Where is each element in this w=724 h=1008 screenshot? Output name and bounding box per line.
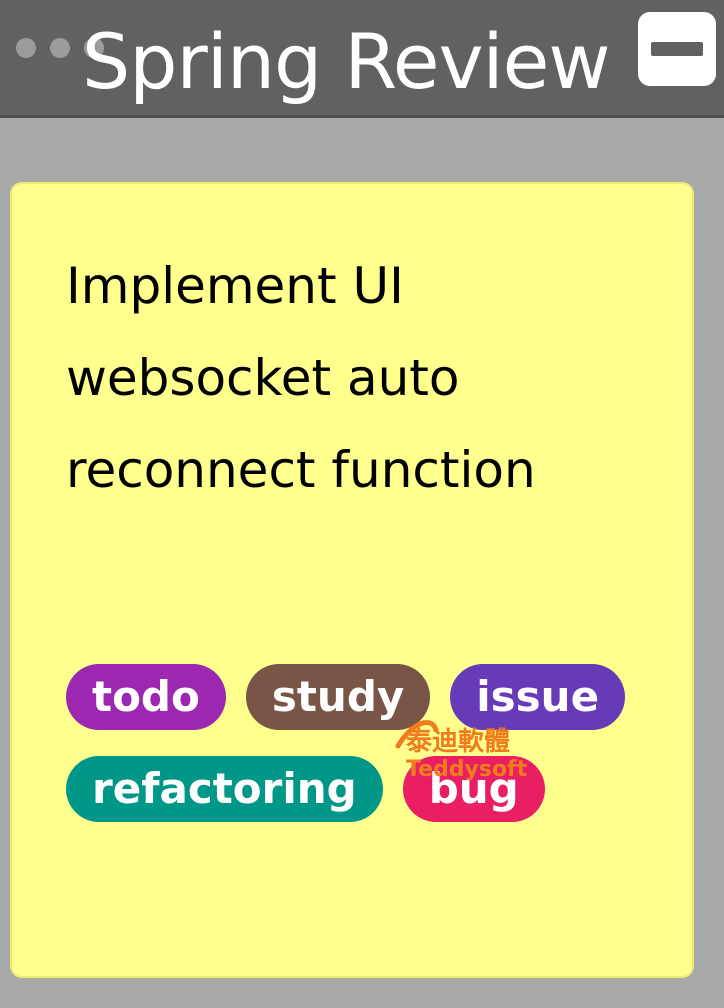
minus-icon [651, 42, 703, 56]
collapse-button[interactable] [638, 12, 716, 86]
column-header: Spring Review [0, 0, 724, 118]
tag-bug[interactable]: bug [402, 756, 545, 822]
tag-refactoring[interactable]: refactoring [66, 756, 383, 822]
tag-issue[interactable]: issue [450, 664, 626, 730]
column-title: Spring Review [82, 17, 611, 106]
drag-dot [16, 38, 36, 58]
sticky-note-card[interactable]: Implement UI websocket auto reconnect fu… [10, 182, 694, 978]
card-text: Implement UI websocket auto reconnect fu… [66, 257, 536, 499]
tag-todo[interactable]: todo [66, 664, 226, 730]
tag-list: todo study issue refactoring bug [66, 664, 666, 822]
drag-dot [50, 38, 70, 58]
tag-study[interactable]: study [245, 664, 431, 730]
